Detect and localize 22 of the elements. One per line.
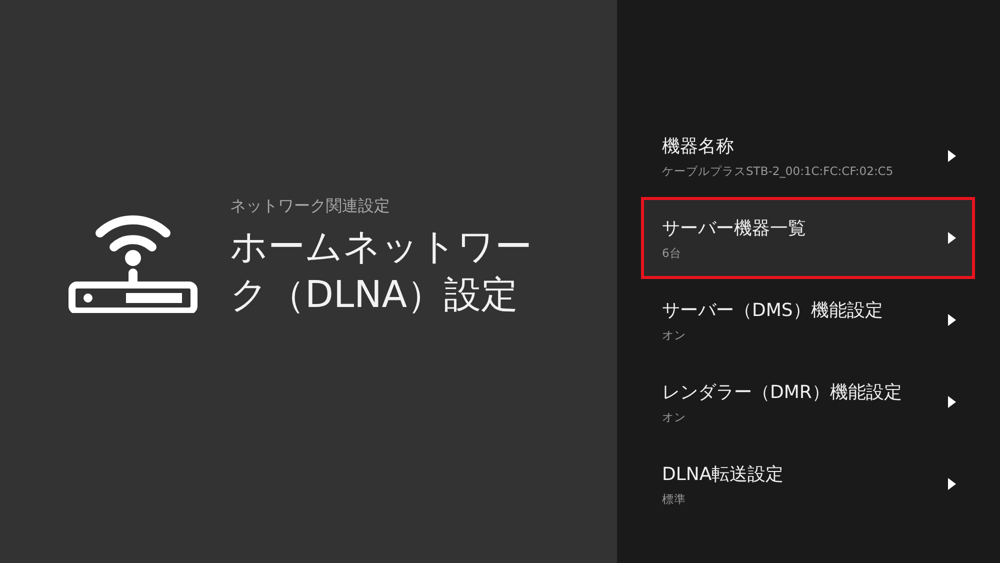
arrow-icon <box>948 314 956 326</box>
menu-item[interactable]: DLNA転送設定 標準 <box>641 443 975 525</box>
item-label: DLNA転送設定 <box>662 462 785 486</box>
item-label: 機器名称 <box>662 134 735 158</box>
item-value: 標準 <box>662 492 687 506</box>
item-value: オン <box>662 328 687 342</box>
item-label: レンダラー（DMR）機能設定 <box>662 380 903 404</box>
arrow-icon <box>948 232 956 244</box>
menu-item[interactable]: サーバー（DMS）機能設定 オン <box>641 279 975 361</box>
menu-item[interactable]: レンダラー（DMR）機能設定 オン <box>641 361 975 443</box>
item-label: サーバー機器一覧 <box>662 216 807 240</box>
item-label: サーバー（DMS）機能設定 <box>662 298 884 322</box>
breadcrumb: ネットワーク関連設定 <box>230 196 391 217</box>
menu-item[interactable]: サーバー機器一覧 6台 <box>641 197 975 279</box>
page-title: ホームネットワーク（DLNA）設定 <box>230 224 533 318</box>
item-value: 6台 <box>662 246 682 260</box>
menu-item[interactable]: 機器名称 ケーブルプラスSTB-2_00:1C:FC:CF:02:C5 <box>641 115 975 197</box>
arrow-icon <box>948 150 956 162</box>
item-value: ケーブルプラスSTB-2_00:1C:FC:CF:02:C5 <box>662 164 894 178</box>
arrow-icon <box>948 478 956 490</box>
arrow-icon <box>948 396 956 408</box>
item-value: オン <box>662 410 687 424</box>
